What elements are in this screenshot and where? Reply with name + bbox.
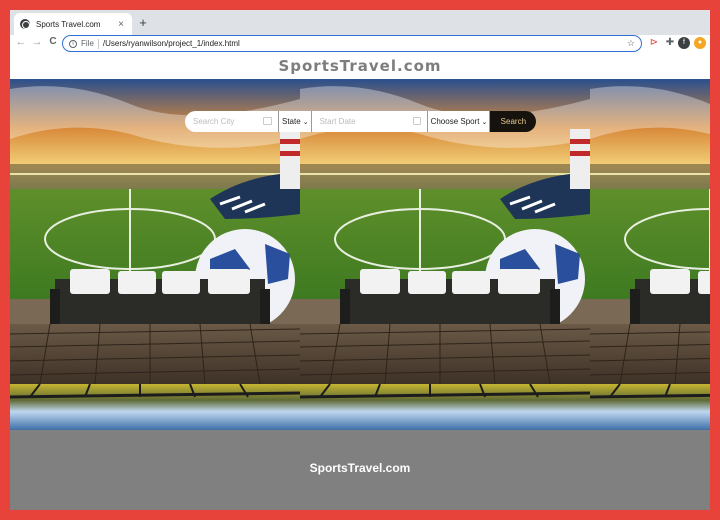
new-tab-button[interactable]: +	[136, 15, 150, 30]
city-search-input[interactable]: Search City	[185, 111, 278, 132]
url-scheme: File	[81, 39, 94, 48]
search-bar: Search City State ⌄ Start Date Choose Sp…	[185, 111, 537, 132]
profile-avatar[interactable]: f	[678, 37, 690, 49]
web-page: SportsTravel.com Search City State ⌄ Sta…	[10, 53, 710, 510]
extension-red-icon[interactable]: ⊳	[648, 37, 660, 49]
address-bar[interactable]: i File /Users/ryanwilson/project_1/index…	[62, 35, 642, 52]
url-text[interactable]: /Users/ryanwilson/project_1/index.html	[103, 39, 627, 48]
tab-title: Sports Travel.com	[36, 19, 101, 29]
site-header: SportsTravel.com	[10, 53, 710, 79]
hero-background-image	[590, 79, 710, 430]
site-footer: SportsTravel.com	[10, 430, 710, 510]
browser-toolbar: ← → C i File /Users/ryanwilson/project_1…	[10, 35, 710, 53]
extension-orange-icon[interactable]: ●	[694, 37, 706, 49]
close-tab-icon[interactable]: ×	[116, 19, 126, 30]
sport-label: Choose Sport	[430, 117, 480, 126]
chevron-down-icon: ⌄	[481, 118, 488, 126]
building-icon	[263, 117, 272, 125]
info-icon[interactable]: i	[69, 39, 77, 48]
start-date-input[interactable]: Start Date	[311, 111, 427, 132]
browser-window: Sports Travel.com × + ← → C i File /User…	[10, 10, 710, 510]
chevron-down-icon: ⌄	[302, 118, 309, 126]
calendar-icon[interactable]	[412, 117, 421, 125]
tab-strip: Sports Travel.com × +	[10, 10, 710, 35]
back-button[interactable]: ←	[14, 36, 28, 48]
bookmark-star-icon[interactable]: ☆	[627, 38, 635, 49]
search-button[interactable]: Search	[490, 111, 537, 132]
footer-brand: SportsTravel.com	[309, 461, 411, 475]
extensions-puzzle-icon[interactable]: ✚	[664, 37, 676, 49]
site-logo[interactable]: SportsTravel.com	[278, 57, 441, 75]
city-placeholder: Search City	[193, 117, 235, 126]
reload-button[interactable]: C	[46, 36, 60, 47]
state-label: State	[282, 117, 301, 126]
forward-button[interactable]: →	[30, 36, 44, 48]
globe-icon	[20, 19, 30, 29]
date-placeholder: Start Date	[319, 117, 356, 126]
divider	[97, 38, 99, 49]
state-select[interactable]: State ⌄	[278, 111, 312, 132]
hero-banner: Search City State ⌄ Start Date Choose Sp…	[10, 79, 710, 430]
sport-select[interactable]: Choose Sport ⌄	[426, 111, 491, 132]
browser-tab[interactable]: Sports Travel.com ×	[14, 13, 132, 35]
